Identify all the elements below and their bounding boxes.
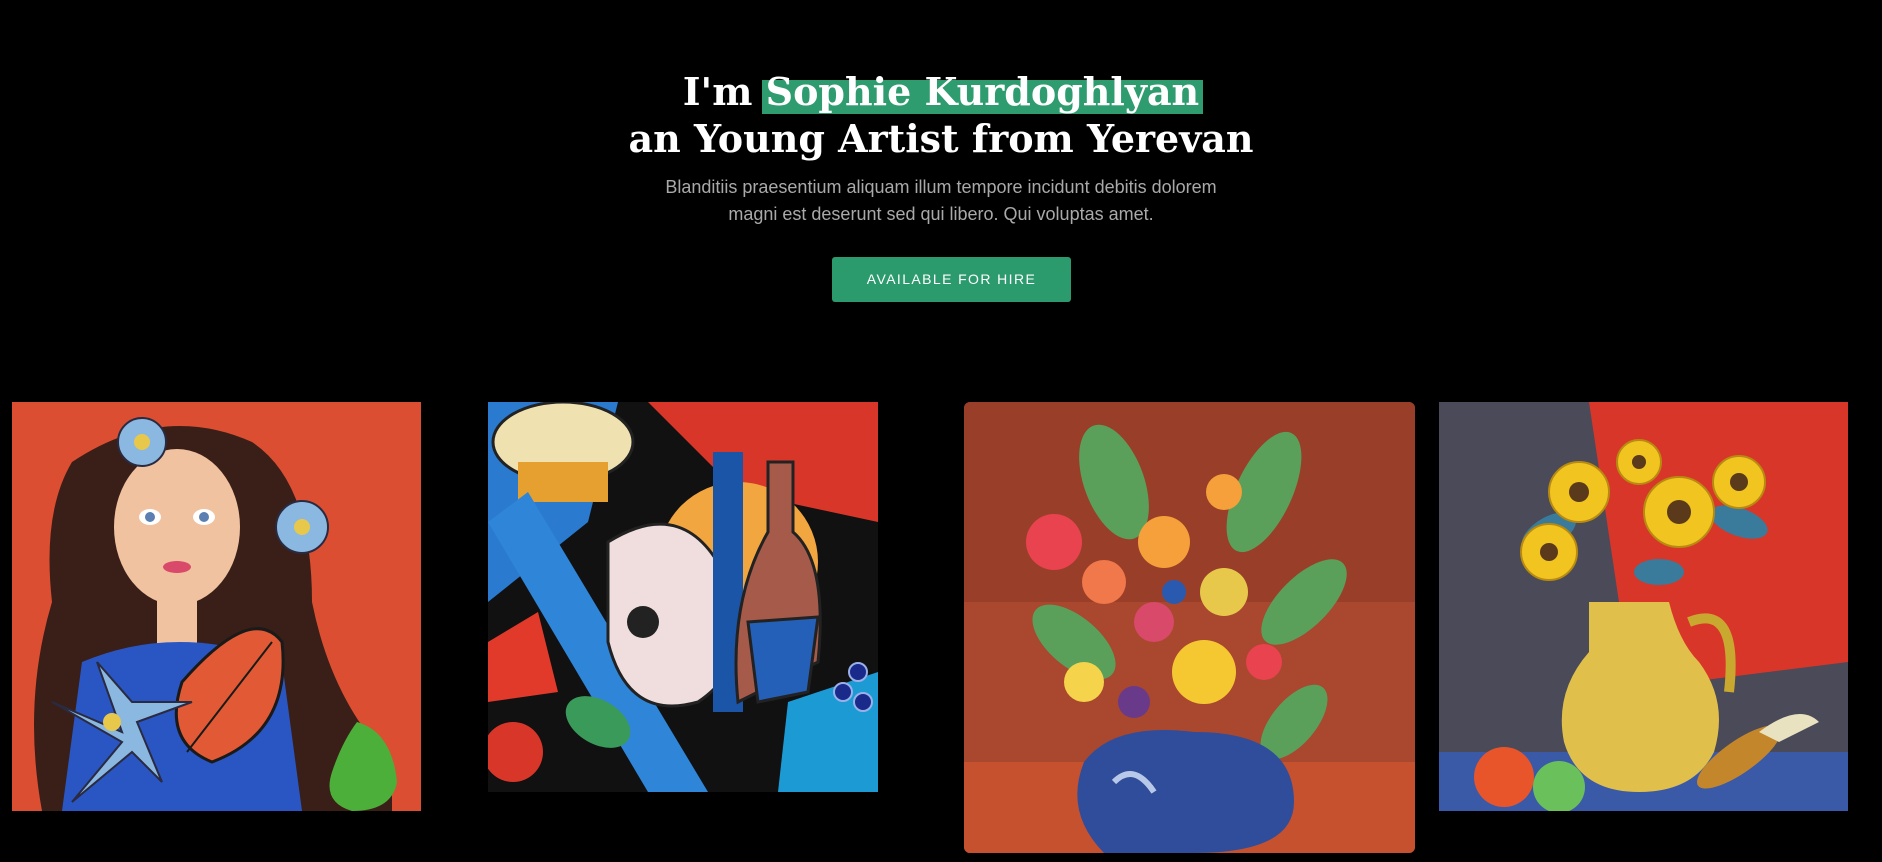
sunflowers-jug-image	[1439, 402, 1848, 811]
artwork-sunflowers-jug[interactable]	[1439, 402, 1848, 811]
title-prefix: I'm	[682, 69, 766, 114]
available-for-hire-button[interactable]: AVAILABLE FOR HIRE	[832, 257, 1071, 302]
artwork-cubist-still-life[interactable]	[488, 402, 878, 792]
cubist-still-life-image	[488, 402, 878, 792]
hero-subtitle-line1: Blanditiis praesentium aliquam illum tem…	[665, 177, 1217, 197]
hero-title: I'm Sophie Kurdoghlyan an Young Artist f…	[0, 68, 1882, 162]
artwork-girl-with-flowers[interactable]	[12, 402, 421, 811]
flower-bouquet-image	[964, 402, 1415, 853]
girl-with-flowers-image	[12, 402, 421, 811]
hero-title-line2: an Young Artist from Yerevan	[628, 116, 1254, 161]
artwork-flower-bouquet[interactable]	[964, 402, 1415, 853]
hero-subtitle: Blanditiis praesentium aliquam illum tem…	[641, 174, 1241, 228]
hero-subtitle-line2: magni est deserunt sed qui libero. Qui v…	[728, 204, 1154, 224]
artist-name-highlight: Sophie Kurdoghlyan	[761, 69, 1203, 114]
hero-title-line1: I'm Sophie Kurdoghlyan	[0, 68, 1882, 115]
